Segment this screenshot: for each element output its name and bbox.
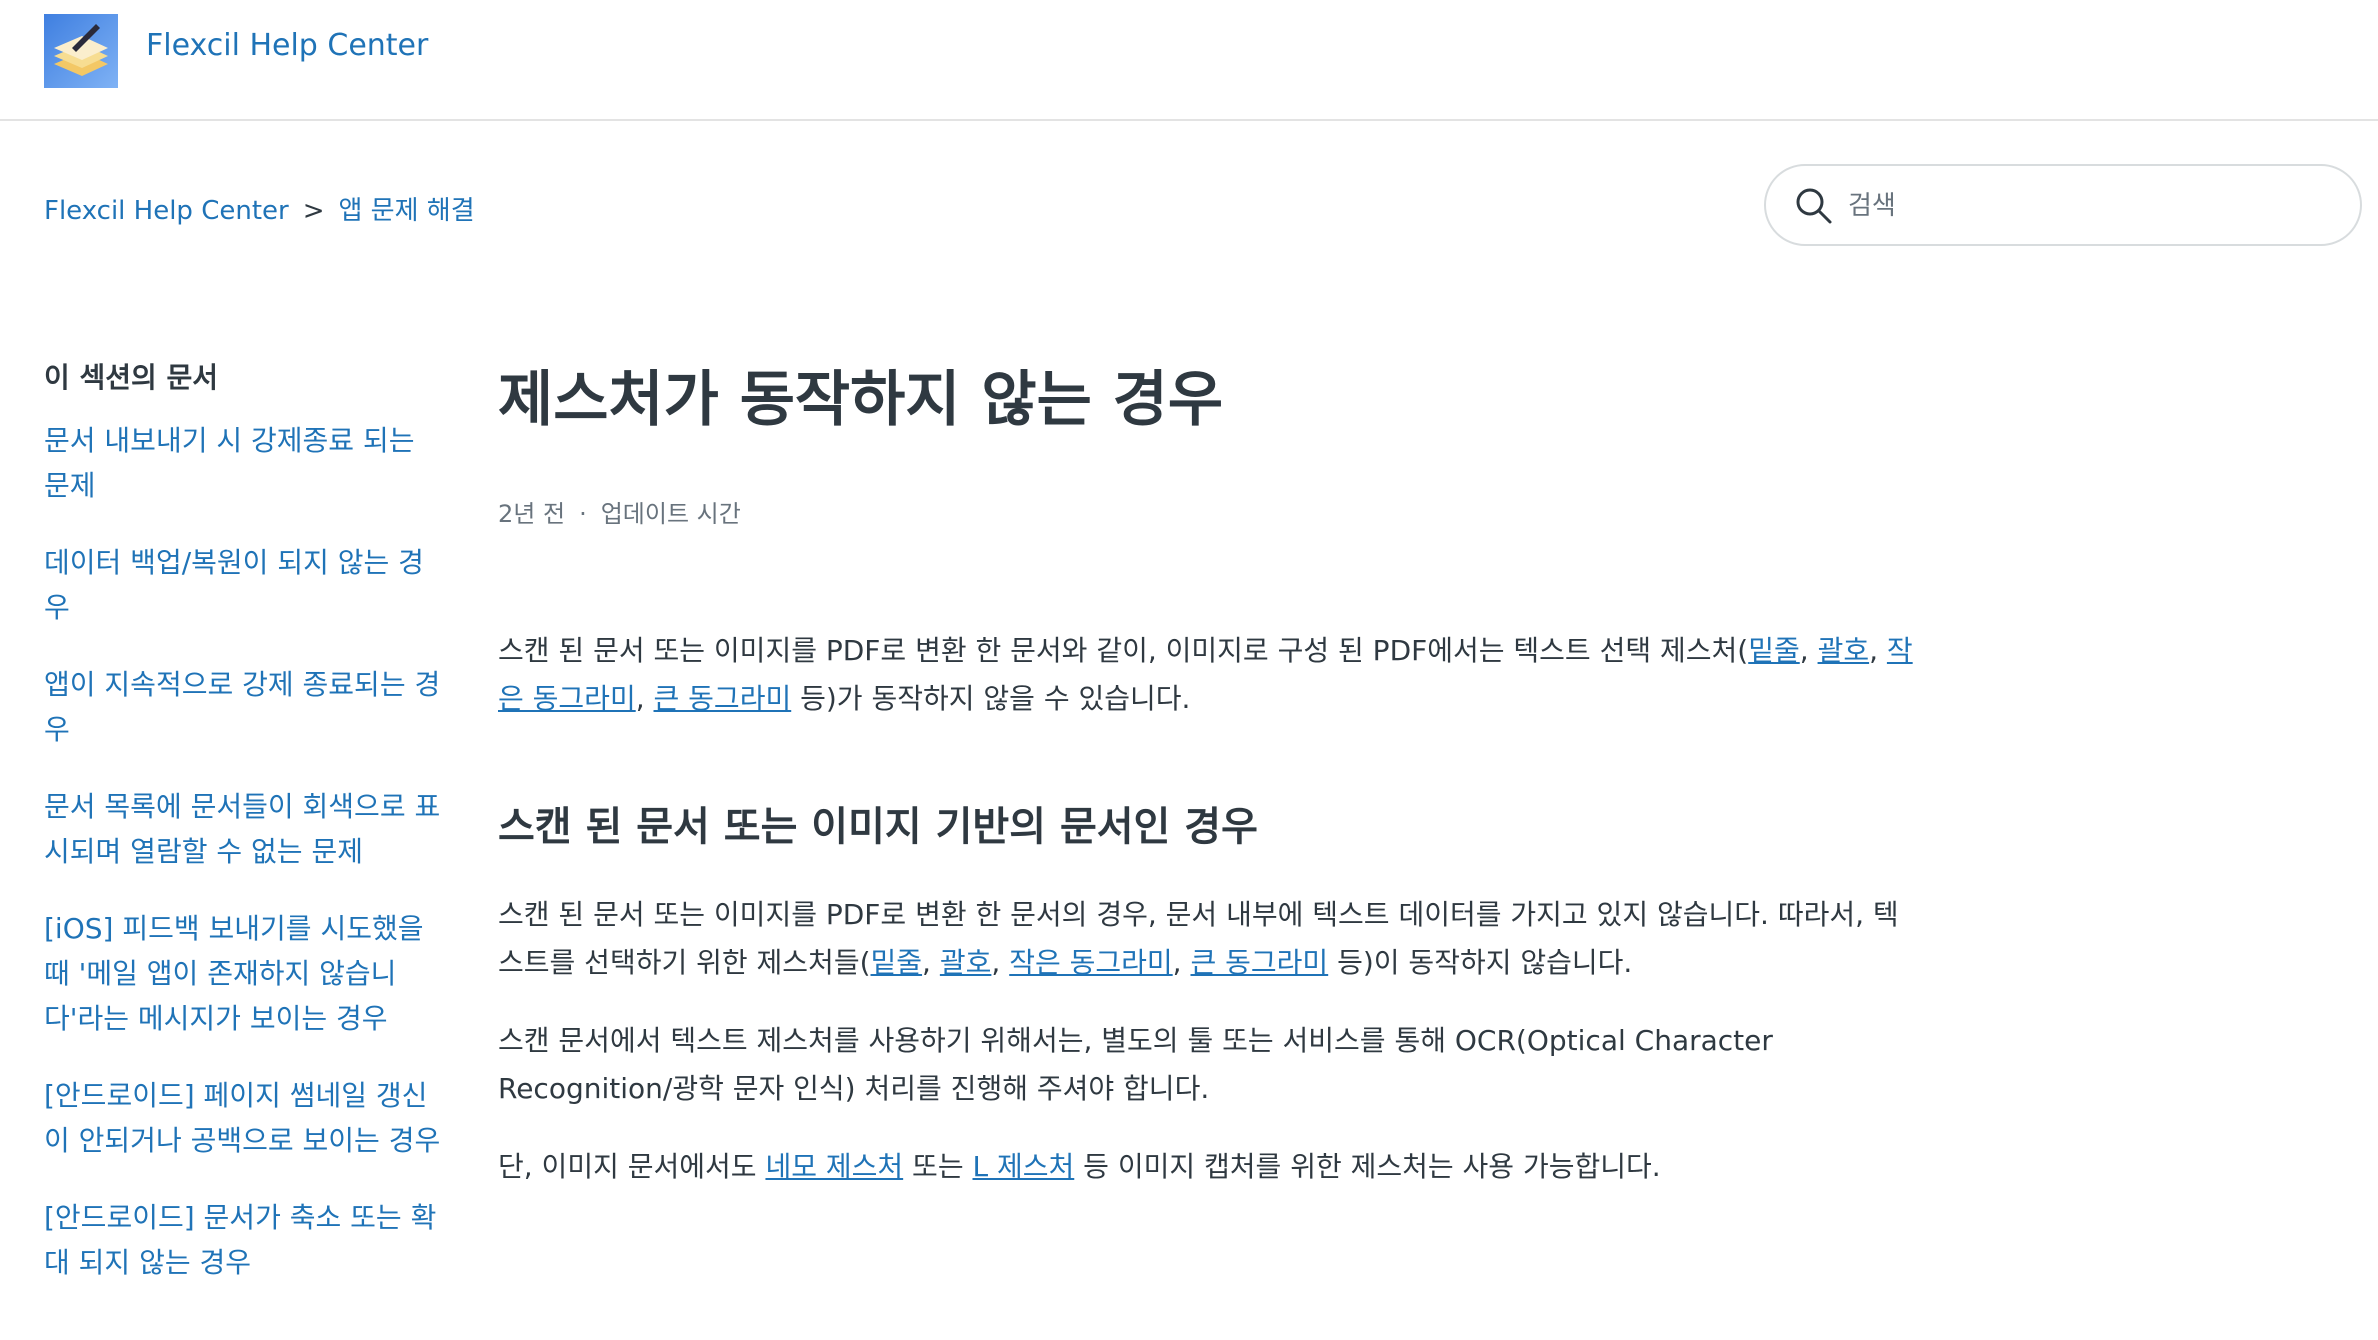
site-header: Flexcil Help Center <box>0 0 2378 121</box>
sidebar-article-link[interactable]: 앱이 지속적으로 강제 종료되는 경우 <box>44 662 444 752</box>
small-circle-gesture-link[interactable]: 작은 동그라미 <box>1009 946 1172 979</box>
breadcrumb-separator: > <box>302 196 325 226</box>
flexcil-logo-icon[interactable] <box>44 14 118 88</box>
paragraph-text-end: 등 이미지 캡처를 위한 제스처는 사용 가능합니다. <box>1074 1150 1661 1183</box>
section-heading: 스캔 된 문서 또는 이미지 기반의 문서인 경우 <box>498 804 1258 850</box>
article-meta: 2년 전 · 업데이트 시간 <box>498 494 1918 529</box>
intro-text-end: 등)가 동작하지 않을 수 있습니다. <box>791 682 1191 715</box>
article-updated-time: 2년 전 <box>498 500 566 528</box>
large-circle-gesture-link[interactable]: 큰 동그라미 <box>654 682 792 715</box>
search-input[interactable] <box>1846 180 2330 232</box>
l-gesture-link[interactable]: L 제스처 <box>972 1150 1074 1183</box>
search-box[interactable] <box>1764 164 2362 246</box>
meta-separator: · <box>579 500 587 528</box>
paragraph-text-end: 등)이 동작하지 않습니다. <box>1328 946 1633 979</box>
underline-gesture-link[interactable]: 밑줄 <box>1748 634 1800 667</box>
search-icon <box>1796 188 1832 224</box>
breadcrumb: Flexcil Help Center > 앱 문제 해결 <box>44 190 475 227</box>
sidebar-article-link[interactable]: 문서 내보내기 시 강제종료 되는 문제 <box>44 418 444 508</box>
bracket-gesture-link[interactable]: 괄호 <box>940 946 992 979</box>
underline-gesture-link[interactable]: 밑줄 <box>871 946 923 979</box>
rectangle-gesture-link[interactable]: 네모 제스처 <box>765 1150 903 1183</box>
article-paragraph-3: 단, 이미지 문서에서도 네모 제스처 또는 L 제스처 등 이미지 캡처를 위… <box>498 1143 1918 1191</box>
sidebar-article-link[interactable]: [안드로이드] 페이지 썸네일 갱신이 안되거나 공백으로 보이는 경우 <box>44 1073 444 1163</box>
breadcrumb-section-link[interactable]: 앱 문제 해결 <box>339 196 475 226</box>
article-paragraph-1: 스캔 된 문서 또는 이미지를 PDF로 변환 한 문서의 경우, 문서 내부에… <box>498 898 1899 979</box>
sidebar-article-link[interactable]: 데이터 백업/복원이 되지 않는 경우 <box>44 540 444 630</box>
brand-title[interactable]: Flexcil Help Center <box>146 28 428 63</box>
section-articles-sidebar: 이 섹션의 문서 문서 내보내기 시 강제종료 되는 문제 데이터 백업/복원이… <box>44 356 444 1317</box>
large-circle-gesture-link[interactable]: 큰 동그라미 <box>1190 946 1328 979</box>
sidebar-heading: 이 섹션의 문서 <box>44 361 219 394</box>
breadcrumb-home-link[interactable]: Flexcil Help Center <box>44 196 289 226</box>
sidebar-article-link[interactable]: [iOS] 피드백 보내기를 시도했을 때 '메일 앱이 존재하지 않습니다'라… <box>44 906 444 1041</box>
article-paragraph-2: 스캔 문서에서 텍스트 제스처를 사용하기 위해서는, 별도의 툴 또는 서비스… <box>498 1024 1773 1105</box>
article-title: 제스처가 동작하지 않는 경우 <box>498 365 1224 435</box>
paragraph-text: 또는 <box>903 1150 973 1183</box>
article: 제스처가 동작하지 않는 경우 2년 전 · 업데이트 시간 스캔 된 문서 또는 … <box>498 360 1918 1221</box>
article-updated-label: 업데이트 시간 <box>600 500 741 528</box>
paragraph-text: 단, 이미지 문서에서도 <box>498 1150 766 1183</box>
bracket-gesture-link[interactable]: 괄호 <box>1818 634 1870 667</box>
article-intro: 스캔 된 문서 또는 이미지를 PDF로 변환 한 문서와 같이, 이미지로 구… <box>498 634 1913 715</box>
intro-text: 스캔 된 문서 또는 이미지를 PDF로 변환 한 문서와 같이, 이미지로 구… <box>498 634 1749 667</box>
sidebar-article-link[interactable]: 문서 목록에 문서들이 회색으로 표시되며 열람할 수 없는 문제 <box>44 784 444 874</box>
sidebar-article-link[interactable]: [안드로이드] 문서가 축소 또는 확대 되지 않는 경우 <box>44 1195 444 1285</box>
